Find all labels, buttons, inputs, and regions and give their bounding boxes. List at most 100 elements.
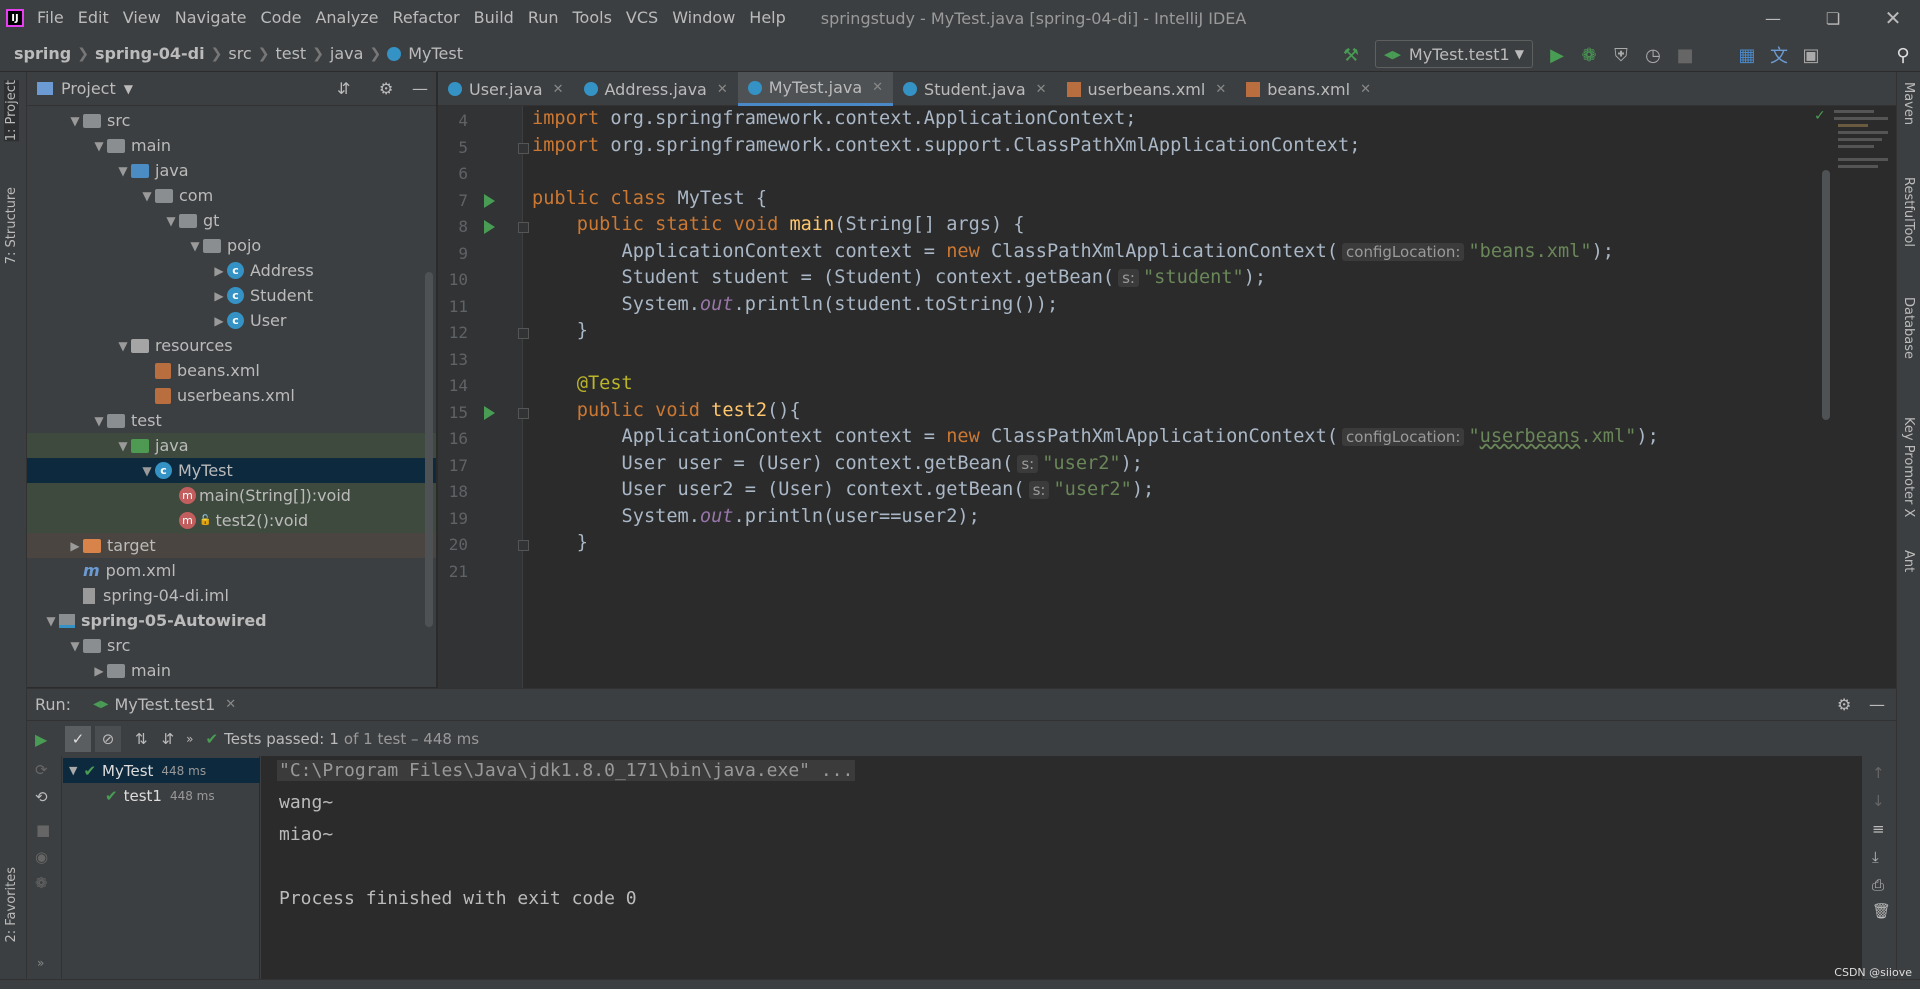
coverage-icon[interactable]: ⛨: [1608, 42, 1634, 68]
tree-item[interactable]: ▼ pojo: [27, 233, 436, 258]
stop-icon[interactable]: ■: [36, 821, 50, 839]
code-line[interactable]: ApplicationContext context = new ClassPa…: [532, 241, 1614, 262]
breadcrumb-item[interactable]: MyTest: [383, 44, 467, 63]
minimize-button[interactable]: —: [1746, 0, 1800, 36]
inspection-ok-icon[interactable]: ✓: [1814, 108, 1826, 124]
code-line[interactable]: }: [532, 320, 588, 341]
run-icon[interactable]: ▶: [1544, 42, 1570, 68]
editor-scrollbar[interactable]: [1822, 170, 1830, 420]
chevron-down-icon[interactable]: ▼: [91, 139, 107, 153]
editor-tab[interactable]: MyTest.java ✕: [737, 72, 894, 106]
trash-icon[interactable]: 🗑: [1872, 902, 1891, 920]
debug-icon[interactable]: ❁: [1576, 42, 1602, 68]
menu-edit[interactable]: Edit: [71, 0, 116, 36]
tool-tab-project[interactable]: 1: Project: [4, 80, 19, 142]
hide-panel-icon[interactable]: —: [412, 79, 428, 98]
profile-icon[interactable]: ◷: [1640, 42, 1666, 68]
menu-refactor[interactable]: Refactor: [386, 0, 467, 36]
tool-tab-structure[interactable]: 7: Structure: [4, 187, 19, 264]
tree-item[interactable]: beans.xml: [27, 358, 436, 383]
code-line[interactable]: }: [532, 532, 588, 553]
chevron-down-icon[interactable]: ▼: [115, 164, 131, 178]
close-icon[interactable]: ✕: [872, 80, 883, 95]
tree-item[interactable]: ▶ main: [27, 658, 436, 683]
tree-item[interactable]: ▼ test: [27, 408, 436, 433]
tree-item[interactable]: m main(String[]):void: [27, 483, 436, 508]
code-line[interactable]: User user = (User) context.getBean(s: "us…: [532, 453, 1143, 474]
tree-item[interactable]: ▼ java: [27, 158, 436, 183]
tree-item[interactable]: m pom.xml: [27, 558, 436, 583]
fold-marker-icon[interactable]: [518, 142, 529, 154]
code-line[interactable]: System.out.println(user==user2);: [532, 506, 980, 527]
chevron-right-icon[interactable]: ▶: [211, 289, 227, 303]
breadcrumb-item[interactable]: test: [271, 44, 310, 63]
chevron-right-icon[interactable]: ▶: [91, 664, 107, 678]
close-icon[interactable]: ✕: [1215, 82, 1226, 97]
show-ignored-icon[interactable]: ⊘: [95, 726, 121, 752]
code-line[interactable]: System.out.println(student.toString());: [532, 294, 1059, 315]
tree-item[interactable]: ▶ c User: [27, 308, 436, 333]
translate-icon[interactable]: 文: [1766, 42, 1792, 68]
tool-tab-database[interactable]: Database: [1901, 297, 1916, 359]
test-node[interactable]: ✔ test1 448 ms: [63, 783, 260, 808]
fold-marker-icon[interactable]: [518, 407, 529, 419]
code-line[interactable]: ApplicationContext context = new ClassPa…: [532, 426, 1659, 447]
editor-tab[interactable]: Address.java ✕: [574, 72, 738, 106]
chevron-down-icon[interactable]: ▼: [67, 114, 83, 128]
breadcrumb-item[interactable]: src: [224, 44, 255, 63]
run-gutter-icon[interactable]: [484, 405, 495, 420]
editor-tab[interactable]: beans.xml ✕: [1236, 72, 1381, 106]
rerun-icon[interactable]: ▶: [35, 730, 61, 749]
stop-icon[interactable]: ■: [1672, 42, 1698, 68]
menu-window[interactable]: Window: [665, 0, 742, 36]
tree-item[interactable]: ▼ java: [27, 433, 436, 458]
tree-item[interactable]: ▼ com: [27, 183, 436, 208]
chevron-down-icon[interactable]: ▼: [115, 439, 131, 453]
menu-help[interactable]: Help: [742, 0, 792, 36]
run-gutter-icon[interactable]: [484, 220, 495, 234]
tree-item[interactable]: m 🔓 test2():void: [27, 508, 436, 533]
chevron-right-icon[interactable]: ▶: [67, 539, 83, 553]
restore-button[interactable]: ❏: [1806, 0, 1860, 36]
breadcrumb-item[interactable]: java: [326, 44, 368, 63]
console-output[interactable]: "C:\Program Files\Java\jdk1.8.0_171\bin\…: [261, 756, 1884, 980]
run-gutter-icon[interactable]: [484, 193, 495, 208]
chevron-down-icon[interactable]: ▼: [124, 82, 133, 96]
menu-analyze[interactable]: Analyze: [308, 0, 385, 36]
tool-tab-favorites[interactable]: 2: Favorites: [4, 867, 19, 943]
menu-file[interactable]: File: [30, 0, 71, 36]
code-line[interactable]: public static void main(String[] args) {: [532, 214, 1025, 235]
tool-tab-restfultool[interactable]: RestfulTool: [1901, 177, 1916, 247]
fold-marker-icon[interactable]: [518, 328, 529, 339]
close-icon[interactable]: ✕: [717, 82, 728, 97]
code-minimap[interactable]: [1832, 106, 1894, 256]
project-scrollbar[interactable]: [425, 272, 433, 627]
close-icon[interactable]: ✕: [1360, 82, 1371, 97]
tree-item[interactable]: ▼ c MyTest: [27, 458, 436, 483]
tree-item[interactable]: ▼ main: [27, 133, 436, 158]
menu-build[interactable]: Build: [467, 0, 521, 36]
soft-wrap-icon[interactable]: ≡: [1872, 820, 1885, 838]
print-icon[interactable]: ⎙: [1872, 876, 1884, 894]
search-icon[interactable]: ⚲: [1890, 42, 1916, 68]
toggle-autotest-icon[interactable]: ⟲: [35, 788, 48, 806]
show-passed-icon[interactable]: ✓: [65, 726, 91, 752]
code-line[interactable]: public class MyTest {: [532, 188, 767, 209]
project-structure-icon[interactable]: ▦: [1734, 42, 1760, 68]
chevron-right-icon[interactable]: ▶: [211, 314, 227, 328]
editor-tab[interactable]: userbeans.xml ✕: [1057, 72, 1237, 106]
chevron-down-icon[interactable]: ▼: [69, 764, 77, 777]
collapse-all-icon[interactable]: ⇵: [337, 79, 350, 98]
sort-duration-icon[interactable]: ⇵: [162, 730, 175, 748]
code-editor[interactable]: 4 5 6 7 8 9 10 11 12 13 14 15 16 17 18 19 20 21 import or…: [438, 106, 1896, 688]
tree-item[interactable]: spring-04-di.iml: [27, 583, 436, 608]
chevron-down-icon[interactable]: ▼: [115, 339, 131, 353]
tree-item[interactable]: ▶ target: [27, 533, 436, 558]
more-icon[interactable]: »: [186, 732, 193, 746]
tree-item[interactable]: userbeans.xml: [27, 383, 436, 408]
chevron-down-icon[interactable]: ▼: [187, 239, 203, 253]
breadcrumb-item[interactable]: spring: [10, 44, 75, 63]
tree-item[interactable]: ▼ gt: [27, 208, 436, 233]
test-node[interactable]: ▼ ✔ MyTest 448 ms: [63, 758, 260, 783]
chevron-down-icon[interactable]: ▼: [163, 214, 179, 228]
